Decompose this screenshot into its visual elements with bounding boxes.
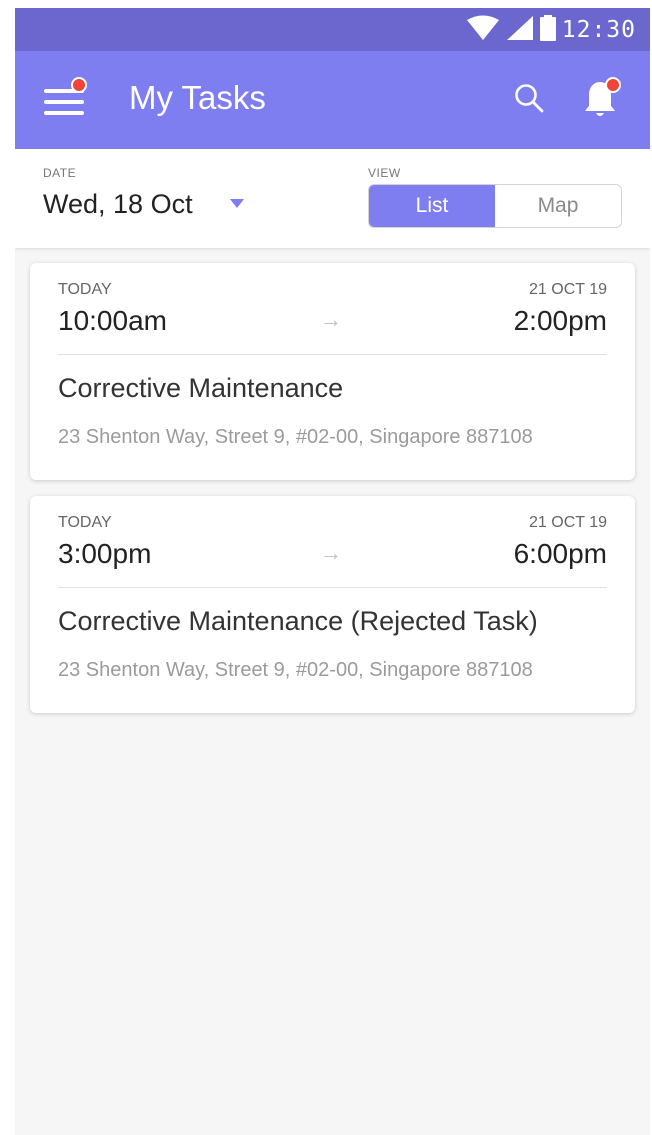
notification-dot (71, 77, 87, 93)
arrow-right-icon: → (320, 307, 342, 332)
task-start-time: 10:00am (58, 305, 167, 336)
view-toggle: List Map (368, 184, 622, 228)
phone-screen: 12:30 My Tasks DATE Wed, 18 Oct VIEW Lis… (15, 8, 650, 1135)
view-list-button[interactable]: List (369, 185, 495, 227)
task-end-time: 6:00pm (513, 538, 607, 569)
page-title: My Tasks (129, 79, 266, 116)
signal-icon (506, 15, 534, 46)
search-button[interactable] (511, 81, 547, 117)
task-title: Corrective Maintenance (58, 373, 344, 403)
arrow-right-icon: → (320, 540, 342, 565)
filter-bar: DATE Wed, 18 Oct VIEW List Map (15, 149, 650, 248)
view-label: VIEW (368, 166, 401, 180)
task-card[interactable]: TODAY 21 OCT 19 3:00pm → 6:00pm Correcti… (30, 496, 635, 713)
menu-button[interactable] (44, 77, 90, 121)
task-day: TODAY (58, 281, 112, 298)
search-icon (511, 84, 547, 121)
battery-icon (539, 14, 556, 46)
bell-icon (581, 82, 621, 125)
divider (58, 354, 607, 355)
status-icons: 12:30 (466, 14, 636, 46)
caret-down-icon[interactable] (230, 199, 244, 208)
app-bar: My Tasks (15, 51, 650, 149)
task-day: TODAY (58, 514, 112, 531)
wifi-icon (466, 15, 500, 46)
task-address: 23 Shenton Way, Street 9, #02-00, Singap… (58, 659, 533, 681)
status-time: 12:30 (561, 17, 636, 43)
task-start-time: 3:00pm (58, 538, 152, 569)
date-selector[interactable]: Wed, 18 Oct (43, 189, 193, 220)
task-address: 23 Shenton Way, Street 9, #02-00, Singap… (58, 426, 533, 448)
date-label: DATE (43, 166, 77, 180)
task-card[interactable]: TODAY 21 OCT 19 10:00am → 2:00pm Correct… (30, 263, 635, 480)
task-end-time: 2:00pm (513, 305, 607, 336)
notification-dot (605, 77, 621, 93)
task-end-date: 21 OCT 19 (529, 514, 607, 531)
notifications-button[interactable] (581, 77, 621, 121)
task-end-date: 21 OCT 19 (529, 281, 607, 298)
status-bar: 12:30 (15, 8, 650, 51)
divider (58, 587, 607, 588)
view-map-button[interactable]: Map (495, 185, 621, 227)
task-title: Corrective Maintenance (Rejected Task) (58, 606, 538, 636)
